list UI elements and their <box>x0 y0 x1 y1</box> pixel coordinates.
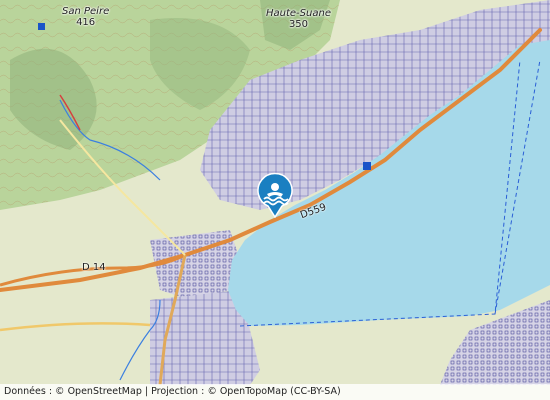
peak-label-haute-suane: Haute-Suane 350 <box>266 8 331 30</box>
map-view[interactable]: San Peire 416 Haute-Suane 350 D559 D 14 … <box>0 0 550 400</box>
map-attribution: Données : © OpenStreetMap | Projection :… <box>0 384 550 400</box>
swimming-icon <box>257 172 293 219</box>
swimming-marker[interactable] <box>255 172 295 219</box>
road-label-d14: D 14 <box>82 262 106 273</box>
peak-label-san-peire: San Peire 416 <box>62 6 110 28</box>
